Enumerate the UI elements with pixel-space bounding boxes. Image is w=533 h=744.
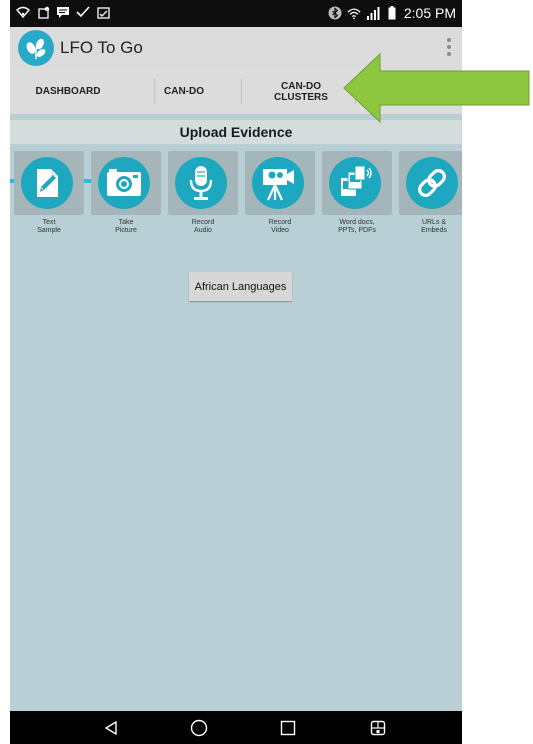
- qslide-icon[interactable]: [368, 718, 388, 738]
- label-line2: Sample: [37, 227, 61, 234]
- urls-embeds-button[interactable]: [399, 151, 462, 215]
- text-sample-button[interactable]: [14, 151, 84, 215]
- navigation-bar: [10, 711, 462, 744]
- status-right-icons: 2:05 PM: [328, 5, 456, 21]
- battery-icon: [385, 6, 399, 20]
- tab-label-line1: CAN-DO: [281, 80, 321, 92]
- tab-label-line2: CLUSTERS: [274, 91, 328, 103]
- microphone-icon: [175, 157, 227, 209]
- label-line1: Take: [118, 219, 134, 226]
- urls-embeds-label: URLs & Embeds: [399, 219, 462, 235]
- link-icon: [406, 157, 458, 209]
- record-audio-label: Record Audio: [168, 219, 238, 235]
- tab-can-do[interactable]: CAN-DO: [126, 69, 242, 114]
- back-icon[interactable]: [101, 718, 121, 738]
- notification-icon: [36, 5, 50, 19]
- bluetooth-icon: [328, 6, 342, 20]
- document-edit-icon: [21, 157, 73, 209]
- wifi-icon: [16, 5, 30, 19]
- green-arrow-annotation: [343, 52, 530, 124]
- clipboard-icon: [96, 5, 110, 19]
- record-audio-button[interactable]: [168, 151, 238, 215]
- record-video-button[interactable]: [245, 151, 315, 215]
- label-line2: Embeds: [421, 227, 447, 234]
- label-line2: PPTs, PDFs: [338, 227, 376, 234]
- video-camera-icon: [252, 157, 304, 209]
- signal-icon: [366, 6, 380, 20]
- label-line2: Audio: [194, 227, 212, 234]
- tab-label: DASHBOARD: [35, 86, 101, 97]
- check-icon: [76, 5, 90, 19]
- clock-text: 2:05 PM: [403, 5, 456, 21]
- message-icon: [56, 5, 70, 19]
- label-line1: Record: [268, 219, 292, 226]
- label-line1: URLs &: [421, 219, 447, 226]
- word-docs-button[interactable]: [322, 151, 392, 215]
- record-video-label: Record Video: [245, 219, 315, 235]
- app-title: LFO To Go: [60, 38, 143, 57]
- tab-dashboard[interactable]: DASHBOARD: [10, 69, 126, 114]
- recents-icon[interactable]: [278, 718, 298, 738]
- take-picture-button[interactable]: [91, 151, 161, 215]
- status-bar: 2:05 PM: [10, 0, 462, 27]
- home-icon[interactable]: [189, 718, 209, 738]
- tab-label: CAN-DO: [164, 86, 204, 97]
- status-left-icons: [16, 5, 110, 19]
- wifi-signal-icon: [347, 6, 361, 20]
- camera-icon: [98, 157, 150, 209]
- lfo-logo: [18, 30, 54, 66]
- label-line2: Video: [271, 227, 289, 234]
- media-files-icon: [329, 157, 381, 209]
- label-line2: Picture: [115, 227, 137, 234]
- word-docs-label: Word docs, PPTs, PDFs: [322, 219, 392, 235]
- label-line1: Word docs,: [339, 219, 375, 226]
- label-line1: Record: [191, 219, 215, 226]
- african-languages-button[interactable]: African Languages: [189, 272, 292, 301]
- text-sample-label: Text Sample: [14, 219, 84, 235]
- take-picture-label: Take Picture: [91, 219, 161, 235]
- label-line1: Text: [42, 219, 56, 226]
